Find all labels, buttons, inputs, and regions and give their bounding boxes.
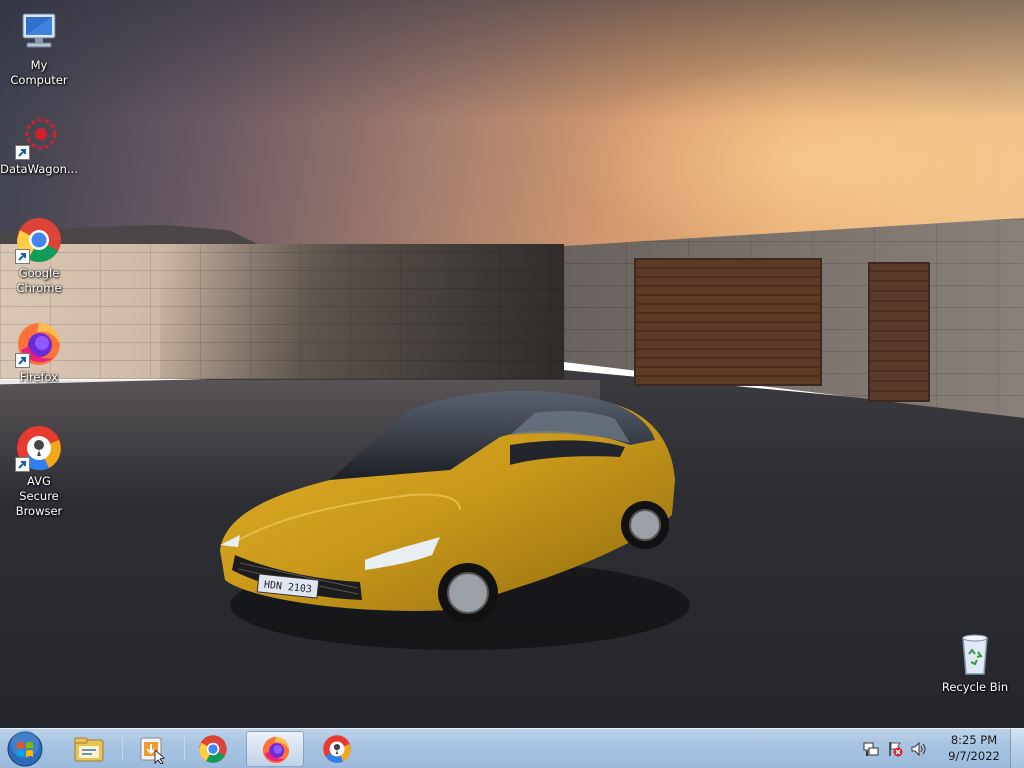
avg-browser-icon [15,424,63,472]
taskbar-button-explorer[interactable] [60,731,118,767]
clock-date: 9/7/2022 [948,749,1000,763]
taskbar-button-installer[interactable] [122,731,180,767]
shortcut-arrow-icon [15,249,30,264]
desktop-icon-label: Google Chrome [16,266,62,295]
installer-icon [140,737,165,764]
taskbar-button-firefox[interactable] [246,731,304,767]
taskbar: 8:25 PM 9/7/2022 [0,728,1024,768]
desktop-icon-datawagon[interactable]: DataWagon... [0,112,78,177]
desktop-icon-firefox[interactable]: Firefox [1,320,77,385]
shortcut-arrow-icon [15,145,30,160]
desktop-icon-my-computer[interactable]: My Computer [1,8,77,88]
volume-icon[interactable] [910,740,928,758]
network-icon[interactable] [862,740,880,758]
chrome-icon [199,735,227,763]
wallpaper-garage-door [634,258,822,386]
desktop-icon-google-chrome[interactable]: Google Chrome [1,216,77,296]
computer-icon [15,8,63,56]
shortcut-arrow-icon [15,353,30,368]
wallpaper-car: HDN 2103 [220,390,675,623]
action-center-flag-icon[interactable] [886,740,904,758]
desktop[interactable]: HDN 2103 My Computer DataWagon... Google… [0,0,1024,728]
shortcut-arrow-icon [15,457,30,472]
avg-browser-icon [323,735,351,763]
desktop-icon-label: My Computer [10,58,68,87]
desktop-icon-label: AVG Secure Browser [15,474,63,518]
desktop-icon-label: Firefox [19,370,59,384]
clock-time: 8:25 PM [950,733,998,747]
desktop-icon-avg-secure-browser[interactable]: AVG Secure Browser [1,424,77,519]
system-tray [862,737,928,761]
desktop-icon-label: DataWagon... [0,162,78,176]
start-button[interactable] [5,730,47,768]
folder-icon [74,737,104,762]
windows-start-icon [7,730,43,767]
wallpaper-wall-shadow [160,244,564,379]
desktop-icon-label: Recycle Bin [941,680,1009,694]
taskbar-button-chrome[interactable] [184,731,242,767]
chrome-icon [15,216,63,264]
desktop-icon-recycle-bin[interactable]: Recycle Bin [937,630,1013,695]
taskbar-button-avg[interactable] [308,731,366,767]
firefox-icon [262,736,290,764]
recycle-bin-icon [951,630,999,678]
show-desktop-button[interactable] [1010,729,1024,768]
taskbar-clock[interactable]: 8:25 PM 9/7/2022 [938,732,1010,764]
wallpaper-door [868,262,930,402]
datawagon-icon [15,112,63,160]
firefox-icon [15,320,63,368]
